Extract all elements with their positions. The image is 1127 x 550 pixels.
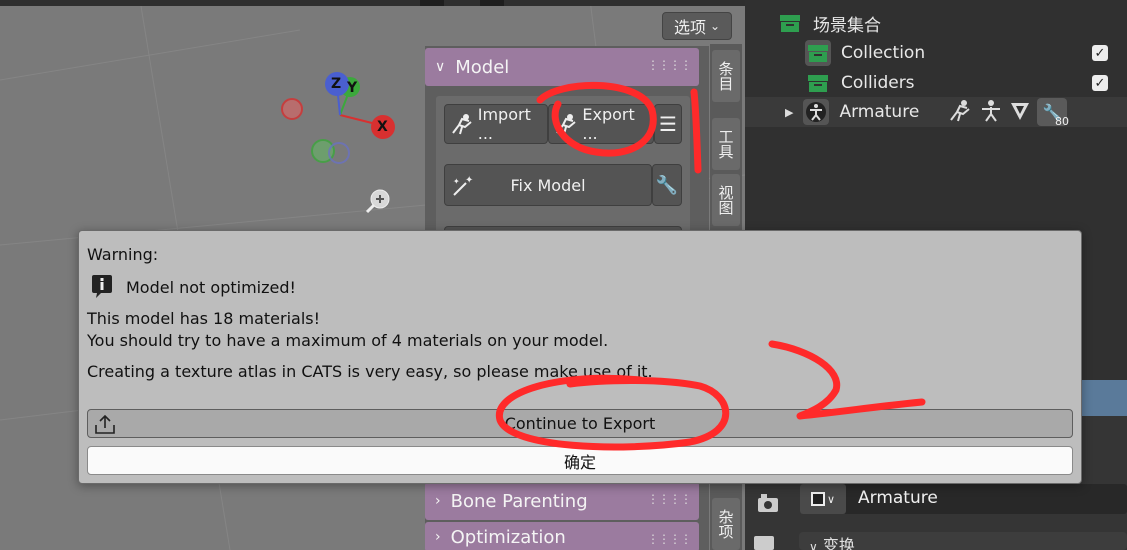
continue-to-export-label: Continue to Export bbox=[504, 414, 656, 433]
ok-label: 确定 bbox=[563, 452, 596, 472]
bone-parenting-title: Bone Parenting bbox=[450, 490, 588, 512]
chevron-right-icon: › bbox=[435, 493, 441, 509]
object-name-value: Armature bbox=[858, 488, 938, 508]
viewport-header-strip bbox=[0, 0, 745, 6]
options-dropdown[interactable]: 选项 ⌄ bbox=[662, 12, 732, 40]
ok-button[interactable]: 确定 bbox=[87, 446, 1073, 475]
dialog-line-2: You should try to have a maximum of 4 ma… bbox=[87, 331, 609, 350]
chevron-down-icon: ∨ bbox=[809, 540, 818, 550]
drag-grip-icon[interactable]: ⋮⋮⋮⋮ bbox=[647, 492, 692, 506]
menu-icon: ☰ bbox=[659, 112, 677, 136]
armature-data-icon[interactable] bbox=[979, 99, 1003, 123]
object-type-dropdown[interactable]: ∨ bbox=[800, 484, 846, 514]
gizmo-y-label: Y bbox=[347, 80, 358, 96]
tab-item[interactable]: 条目 bbox=[712, 50, 740, 102]
object-square-icon bbox=[810, 492, 825, 506]
chevron-down-icon: ∨ bbox=[435, 59, 446, 75]
checkbox-icon[interactable]: ✓ bbox=[1092, 75, 1108, 91]
armature-figure-icon bbox=[556, 114, 576, 135]
outliner-row-colliders[interactable]: Colliders ✓ bbox=[745, 68, 1127, 98]
outliner-item-label: Collection bbox=[841, 43, 926, 63]
tab-tool[interactable]: 工具 bbox=[712, 118, 740, 170]
gizmo-z-label: Z bbox=[331, 76, 342, 92]
render-properties-icon[interactable] bbox=[753, 488, 783, 518]
wrench-icon: 🔧 bbox=[655, 174, 679, 196]
chevron-right-icon: › bbox=[435, 529, 441, 545]
export-menu-button[interactable]: ☰ bbox=[654, 104, 682, 144]
export-upload-icon bbox=[95, 414, 115, 434]
collection-icon bbox=[805, 40, 831, 66]
chevron-down-icon: ∨ bbox=[826, 492, 836, 506]
info-icon bbox=[91, 275, 113, 299]
svg-text:✦: ✦ bbox=[465, 175, 473, 186]
collection-icon bbox=[777, 10, 803, 36]
dialog-headline: Model not optimized! bbox=[126, 278, 296, 297]
zoom-icon[interactable] bbox=[364, 186, 394, 216]
dialog-line-1: This model has 18 materials! bbox=[87, 309, 321, 328]
warning-dialog: Warning: Model not optimized! This model… bbox=[78, 230, 1082, 484]
scene-collection-label: 场景集合 bbox=[813, 15, 881, 36]
pose-icon[interactable] bbox=[949, 99, 973, 123]
svg-text:✦: ✦ bbox=[453, 177, 460, 186]
chevron-down-icon: ⌄ bbox=[709, 19, 721, 33]
modifier-count-badge: 80 bbox=[1055, 115, 1069, 128]
optimization-title: Optimization bbox=[450, 526, 566, 548]
model-panel-body: Import ... Export ... ☰ ✦ ✦ Fix Model 🔧 bbox=[436, 96, 690, 236]
dialog-line-3: Creating a texture atlas in CATS is very… bbox=[87, 362, 653, 381]
optimization-header[interactable]: › Optimization ⋮⋮⋮⋮ bbox=[425, 522, 699, 550]
fix-model-settings-button[interactable]: 🔧 bbox=[652, 164, 682, 206]
bone-parenting-header[interactable]: › Bone Parenting ⋮⋮⋮⋮ bbox=[425, 482, 699, 520]
outliner-row-collection[interactable]: Collection ✓ bbox=[745, 38, 1127, 68]
model-panel-title: Model bbox=[455, 56, 510, 78]
transform-section-header[interactable]: ∨ 变换 bbox=[799, 532, 1127, 550]
outliner-item-label: Colliders bbox=[841, 73, 915, 93]
drag-grip-icon[interactable]: ⋮⋮⋮⋮ bbox=[647, 532, 692, 546]
export-label: Export ... bbox=[582, 105, 635, 143]
expand-arrow-icon[interactable]: ▶ bbox=[785, 106, 793, 119]
continue-to-export-button[interactable]: Continue to Export bbox=[87, 409, 1073, 438]
output-properties-icon[interactable] bbox=[753, 532, 783, 550]
mesh-triangle-icon[interactable] bbox=[1009, 100, 1031, 122]
outliner-row-armature[interactable]: ▶ Armature 🔧 80 bbox=[745, 97, 1127, 128]
collection-icon bbox=[805, 70, 831, 96]
drag-grip-icon[interactable]: ⋮⋮⋮⋮ bbox=[647, 58, 692, 72]
dialog-title: Warning: bbox=[87, 245, 159, 264]
model-panel-header[interactable]: ∨ Model ⋮⋮⋮⋮ bbox=[425, 48, 699, 86]
options-label: 选项 bbox=[673, 18, 706, 37]
object-name-field[interactable]: ∨ Armature bbox=[800, 484, 1127, 514]
modifier-wrench-icon[interactable]: 🔧 80 bbox=[1037, 98, 1069, 128]
transform-section-label: 变换 bbox=[822, 536, 855, 550]
armature-icon bbox=[803, 99, 830, 125]
gizmo-x-label: X bbox=[377, 119, 388, 135]
magic-wand-icon: ✦ ✦ bbox=[453, 175, 473, 196]
fix-model-label: Fix Model bbox=[510, 175, 586, 195]
tab-misc[interactable]: 杂项 bbox=[712, 498, 740, 550]
import-label: Import ... bbox=[477, 105, 531, 143]
fix-model-button[interactable]: ✦ ✦ Fix Model bbox=[444, 164, 652, 206]
export-button[interactable]: Export ... bbox=[548, 104, 654, 144]
checkbox-icon[interactable]: ✓ bbox=[1092, 45, 1108, 61]
scene-collection-row[interactable]: 场景集合 bbox=[745, 8, 1127, 38]
import-button[interactable]: Import ... bbox=[444, 104, 548, 144]
tab-view[interactable]: 视图 bbox=[712, 174, 740, 226]
outliner-item-label: Armature bbox=[839, 102, 920, 122]
armature-figure-icon bbox=[452, 114, 472, 135]
